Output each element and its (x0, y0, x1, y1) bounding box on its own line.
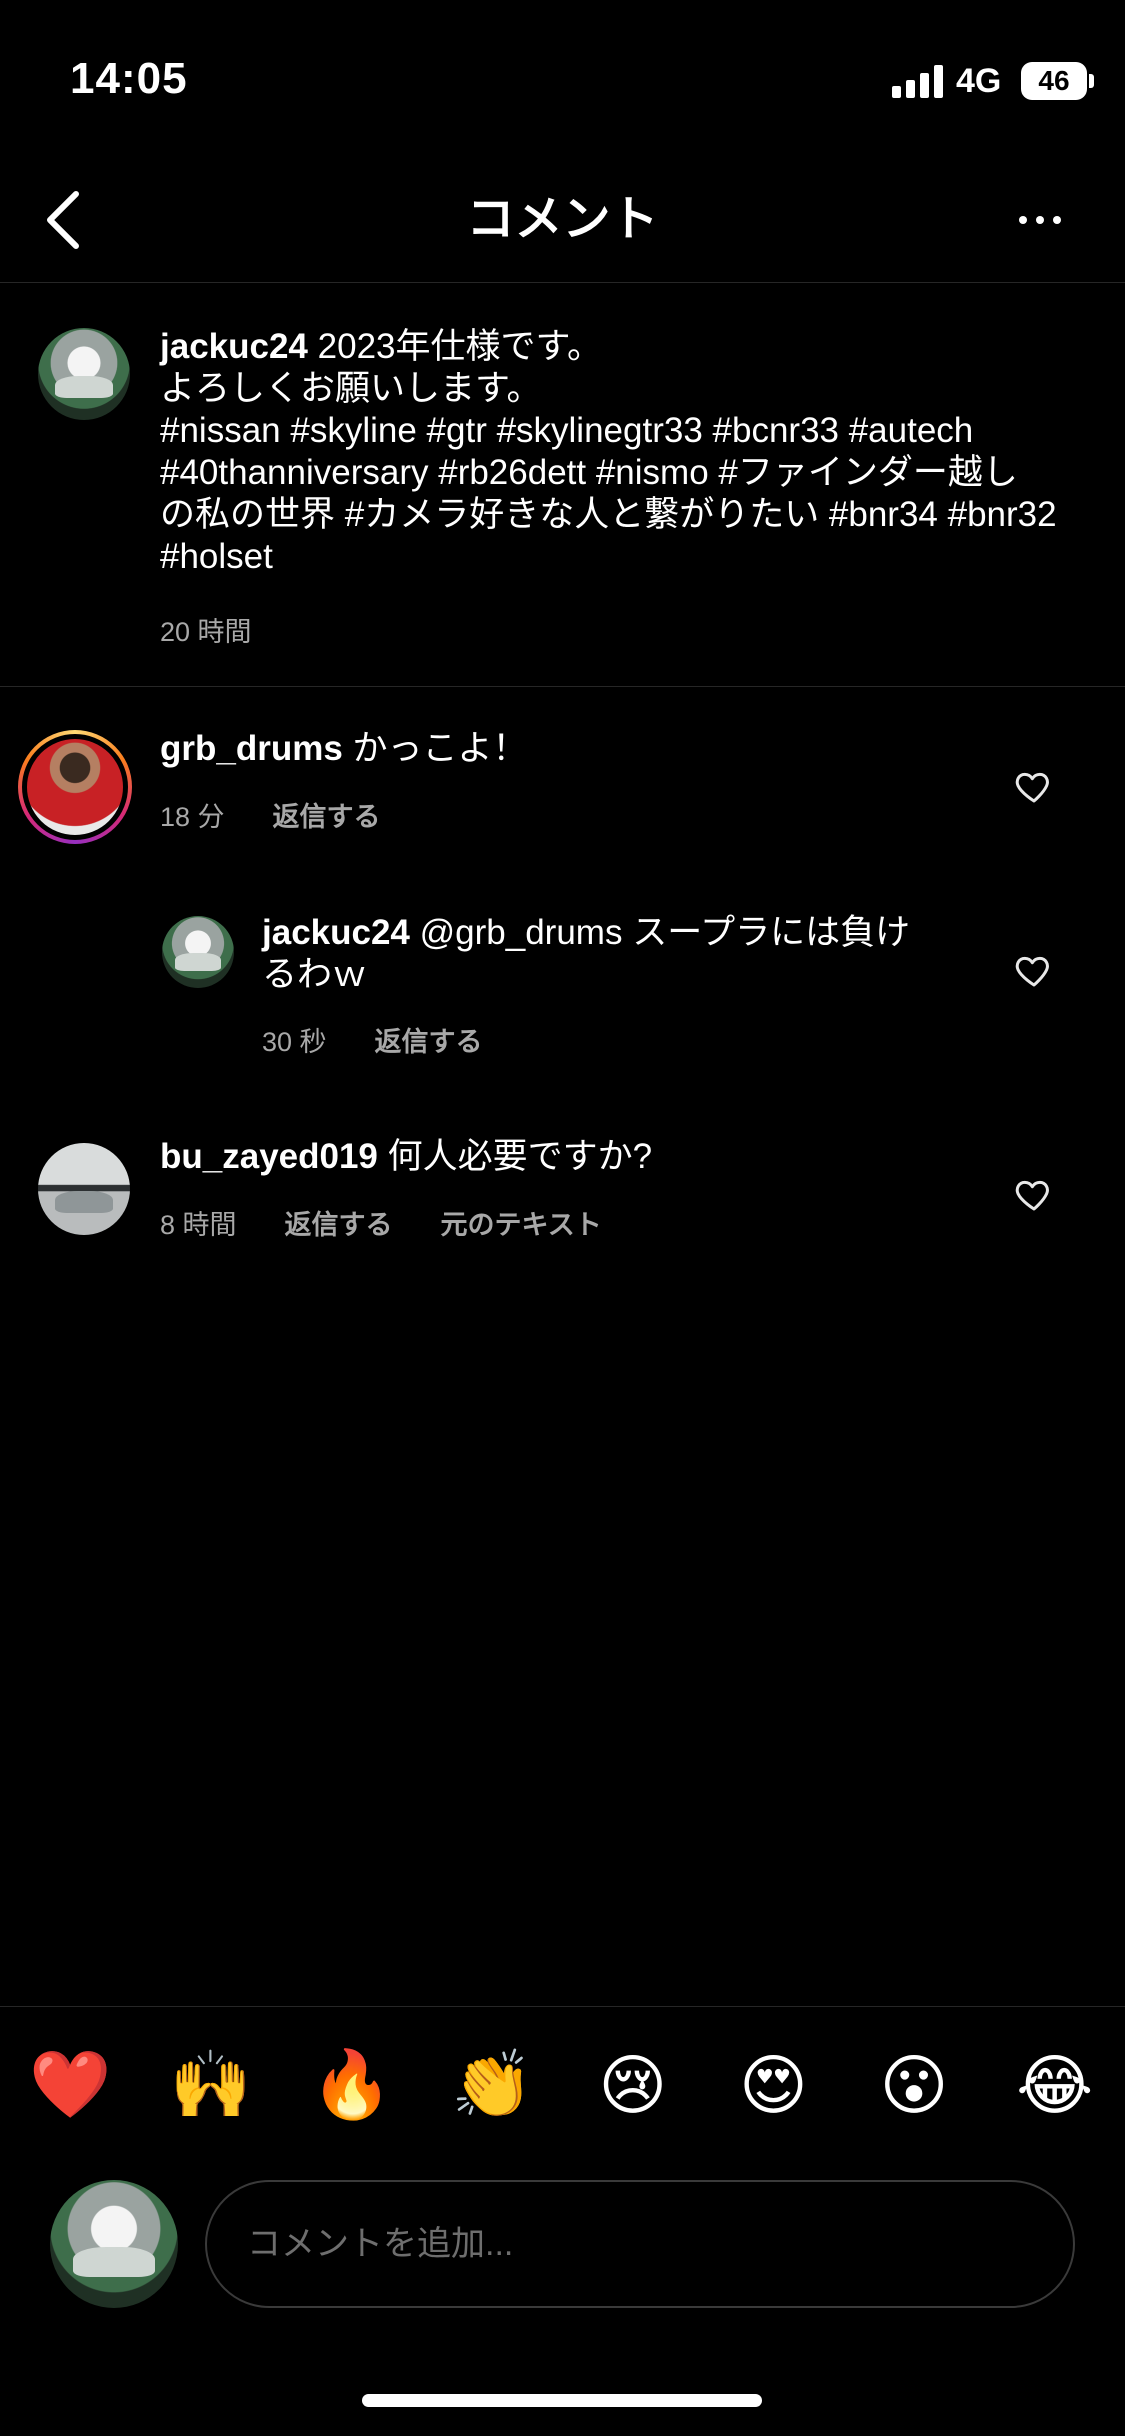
back-button[interactable] (22, 180, 102, 260)
comment-body: bu_zayed019 何人必要ですか? (160, 1136, 980, 1178)
emoji-bar: ❤️ 🙌 🔥 👏 😢 😍 😮 😂 (0, 2040, 1125, 2130)
comment-username[interactable]: bu_zayed019 (160, 1137, 378, 1176)
emoji-button[interactable]: 👏 (447, 2046, 537, 2124)
reply-button[interactable]: 返信する (273, 795, 381, 834)
comment-text: 何人必要ですか? (387, 1137, 653, 1176)
emoji-button[interactable]: 😍 (728, 2047, 818, 2124)
comment-avatar[interactable] (38, 1143, 130, 1235)
home-indicator[interactable] (362, 2394, 762, 2407)
comment-time: 18 分 (160, 802, 225, 832)
post-username[interactable]: jackuc24 (160, 327, 308, 366)
network-type: 4G (956, 62, 1002, 100)
hashtags-line[interactable]: #nissan #skyline #gtr #skylinegtr33 #bcn… (160, 410, 1090, 452)
hashtags-line[interactable]: の私の世界 #カメラ好きな人と繋がりたい #bnr34 #bnr32 (160, 494, 1090, 536)
header-divider (0, 282, 1125, 283)
emoji-button[interactable]: 🙌 (166, 2046, 256, 2124)
reply-time: 30 秒 (262, 1027, 327, 1057)
reply-button[interactable]: 返信する (285, 1203, 393, 1242)
more-options-button[interactable] (1000, 195, 1080, 245)
heart-icon[interactable] (1014, 766, 1054, 806)
heart-icon[interactable] (1014, 1174, 1054, 1214)
emoji-button[interactable]: 😂 (1010, 2047, 1100, 2124)
more-horizontal-icon (1019, 216, 1027, 224)
heart-icon[interactable] (1014, 950, 1054, 990)
comment-avatar[interactable] (18, 730, 132, 844)
hashtags-line[interactable]: #40thanniversary #rb26dett #nismo #ファインダ… (160, 452, 1090, 494)
chevron-left-icon (47, 191, 79, 249)
page-title: コメント (466, 193, 659, 246)
reply-username[interactable]: jackuc24 (262, 913, 410, 952)
emoji-button[interactable]: 😢 (588, 2047, 678, 2124)
reply-mention[interactable]: @grb_drums (420, 913, 623, 952)
comment-input[interactable] (205, 2180, 1075, 2308)
caption-line: 2023年仕様です。 (317, 327, 603, 366)
composer-divider (0, 2006, 1125, 2007)
reply-avatar[interactable] (162, 916, 234, 988)
post-meta: 20 時間 (160, 610, 252, 649)
status-time: 14:05 (70, 54, 188, 103)
reply-body: jackuc24 @grb_drums スープラには負け るわｗ (262, 912, 942, 996)
current-user-avatar (50, 2180, 178, 2308)
reply-button[interactable]: 返信する (375, 1020, 483, 1059)
post-author-avatar[interactable] (38, 328, 130, 420)
reply-meta: 30 秒 返信する (262, 1020, 483, 1059)
emoji-button[interactable]: ❤️ (25, 2046, 115, 2124)
comment-meta: 18 分 返信する (160, 795, 381, 834)
comment-meta: 8 時間 返信する 元のテキスト (160, 1203, 602, 1242)
reply-text: スープラには負け (632, 913, 911, 952)
battery-cap (1089, 74, 1094, 88)
comment-username[interactable]: grb_drums (160, 729, 343, 768)
emoji-button[interactable]: 🔥 (307, 2046, 397, 2124)
hashtags-line[interactable]: #holset (160, 536, 1090, 578)
comment-body: grb_drums かっこよ！ (160, 728, 980, 770)
battery-icon: 46 (1021, 62, 1087, 100)
emoji-button[interactable]: 😮 (869, 2047, 959, 2124)
post-time: 20 時間 (160, 617, 252, 647)
comment-time: 8 時間 (160, 1210, 237, 1240)
reply-text: るわｗ (262, 955, 368, 994)
post-caption: jackuc24 2023年仕様です。 よろしくお願いします。 #nissan … (160, 326, 1090, 578)
caption-line: よろしくお願いします。 (160, 369, 542, 408)
comment-text: かっこよ！ (352, 729, 528, 768)
post-divider (0, 686, 1125, 687)
signal-icon (892, 64, 944, 98)
see-original-button[interactable]: 元のテキスト (441, 1203, 602, 1242)
